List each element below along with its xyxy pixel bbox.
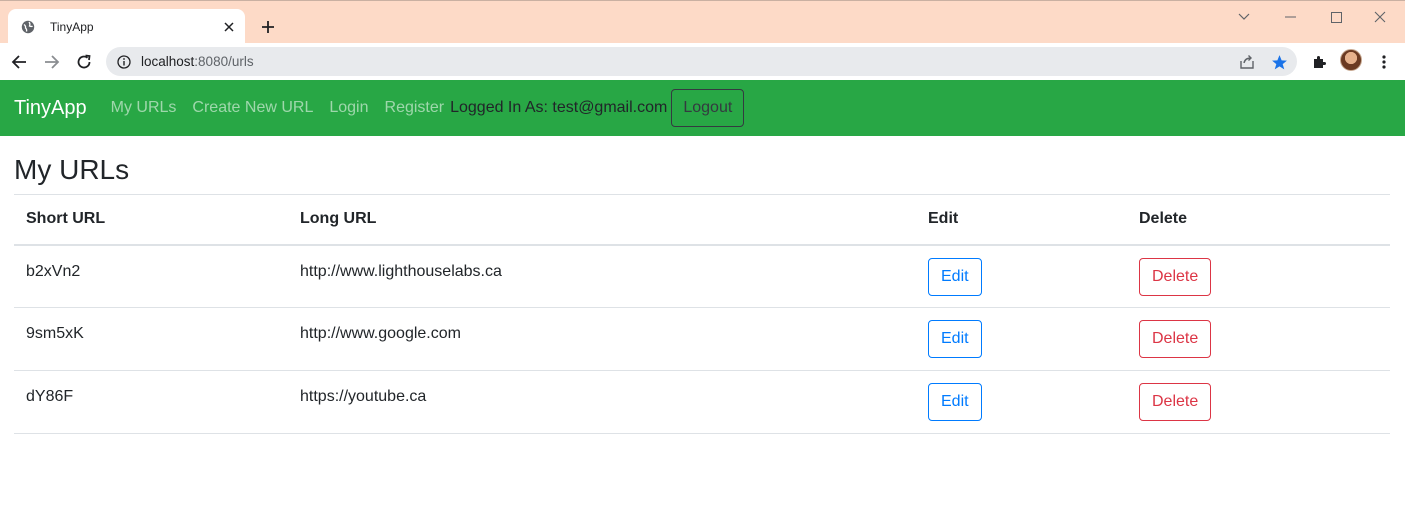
nav-login[interactable]: Login [329, 99, 368, 117]
delete-cell: Delete [1127, 307, 1390, 371]
url-path: :8080/urls [194, 54, 254, 69]
app-navbar: TinyApp My URLs Create New URL Login Reg… [0, 80, 1405, 136]
edit-cell: Edit [916, 370, 1127, 434]
column-header-delete: Delete [1127, 194, 1390, 246]
logged-in-text: Logged In As: test@gmail.com [450, 99, 668, 116]
table-row: dY86F https://youtube.ca Edit Delete [14, 370, 1390, 434]
address-bar[interactable]: localhost:8080/urls [106, 47, 1297, 76]
urls-table: Short URL Long URL Edit Delete b2xVn2 ht… [14, 194, 1390, 434]
short-url-cell: b2xVn2 [14, 244, 288, 308]
nav-links: My URLs Create New URL Login Register [111, 99, 444, 117]
globe-icon [20, 19, 36, 35]
forward-icon[interactable] [38, 48, 66, 76]
close-icon[interactable] [217, 15, 241, 39]
page-title: My URLs [14, 154, 130, 185]
info-icon[interactable] [116, 54, 132, 70]
reload-icon[interactable] [70, 48, 98, 76]
chevron-down-icon[interactable] [1221, 5, 1267, 29]
edit-button[interactable]: Edit [928, 257, 982, 296]
url-host: localhost [141, 54, 195, 69]
logout-button[interactable]: Logout [671, 89, 745, 127]
delete-button[interactable]: Delete [1139, 383, 1212, 421]
back-icon[interactable] [5, 48, 33, 76]
edit-cell: Edit [916, 244, 1127, 308]
column-header-short-url: Short URL [14, 194, 288, 246]
nav-create-new-url[interactable]: Create New URL [192, 99, 313, 117]
long-url-cell: https://youtube.ca [288, 370, 916, 434]
url-text: localhost:8080/urls [141, 54, 254, 69]
table-header-row: Short URL Long URL Edit Delete [14, 194, 1390, 246]
edit-button[interactable]: Edit [928, 320, 982, 358]
short-url-cell: 9sm5xK [14, 307, 288, 371]
edit-cell: Edit [916, 307, 1127, 371]
brand-link[interactable]: TinyApp [14, 97, 87, 120]
star-icon[interactable] [1268, 51, 1290, 73]
nav-my-urls[interactable]: My URLs [111, 99, 177, 117]
delete-cell: Delete [1127, 244, 1390, 308]
main-content: My URLs Short URL Long URL Edit Delete b… [14, 136, 1390, 434]
table-row: b2xVn2 http://www.lighthouselabs.ca Edit… [14, 244, 1390, 308]
plus-icon[interactable] [256, 15, 280, 39]
delete-button[interactable]: Delete [1139, 257, 1212, 296]
maximize-icon[interactable] [1313, 5, 1359, 29]
delete-button[interactable]: Delete [1139, 320, 1212, 358]
browser-toolbar: localhost:8080/urls [0, 43, 1405, 80]
short-url-cell: dY86F [14, 370, 288, 434]
share-icon[interactable] [1236, 51, 1258, 73]
column-header-edit: Edit [916, 194, 1127, 246]
long-url-cell: http://www.lighthouselabs.ca [288, 244, 916, 308]
menu-icon[interactable] [1370, 48, 1398, 76]
tab-title: TinyApp [50, 19, 94, 34]
avatar[interactable] [1340, 49, 1362, 71]
long-url-cell: http://www.google.com [288, 307, 916, 371]
browser-tab[interactable]: TinyApp [8, 9, 245, 44]
column-header-long-url: Long URL [288, 194, 916, 246]
minimize-icon[interactable] [1267, 5, 1313, 29]
extensions-icon[interactable] [1305, 48, 1333, 76]
nav-register[interactable]: Register [385, 99, 445, 117]
window-close-icon[interactable] [1357, 5, 1403, 29]
table-row: 9sm5xK http://www.google.com Edit Delete [14, 307, 1390, 371]
delete-cell: Delete [1127, 370, 1390, 434]
browser-tab-strip: TinyApp [0, 0, 1405, 44]
edit-button[interactable]: Edit [928, 383, 982, 421]
